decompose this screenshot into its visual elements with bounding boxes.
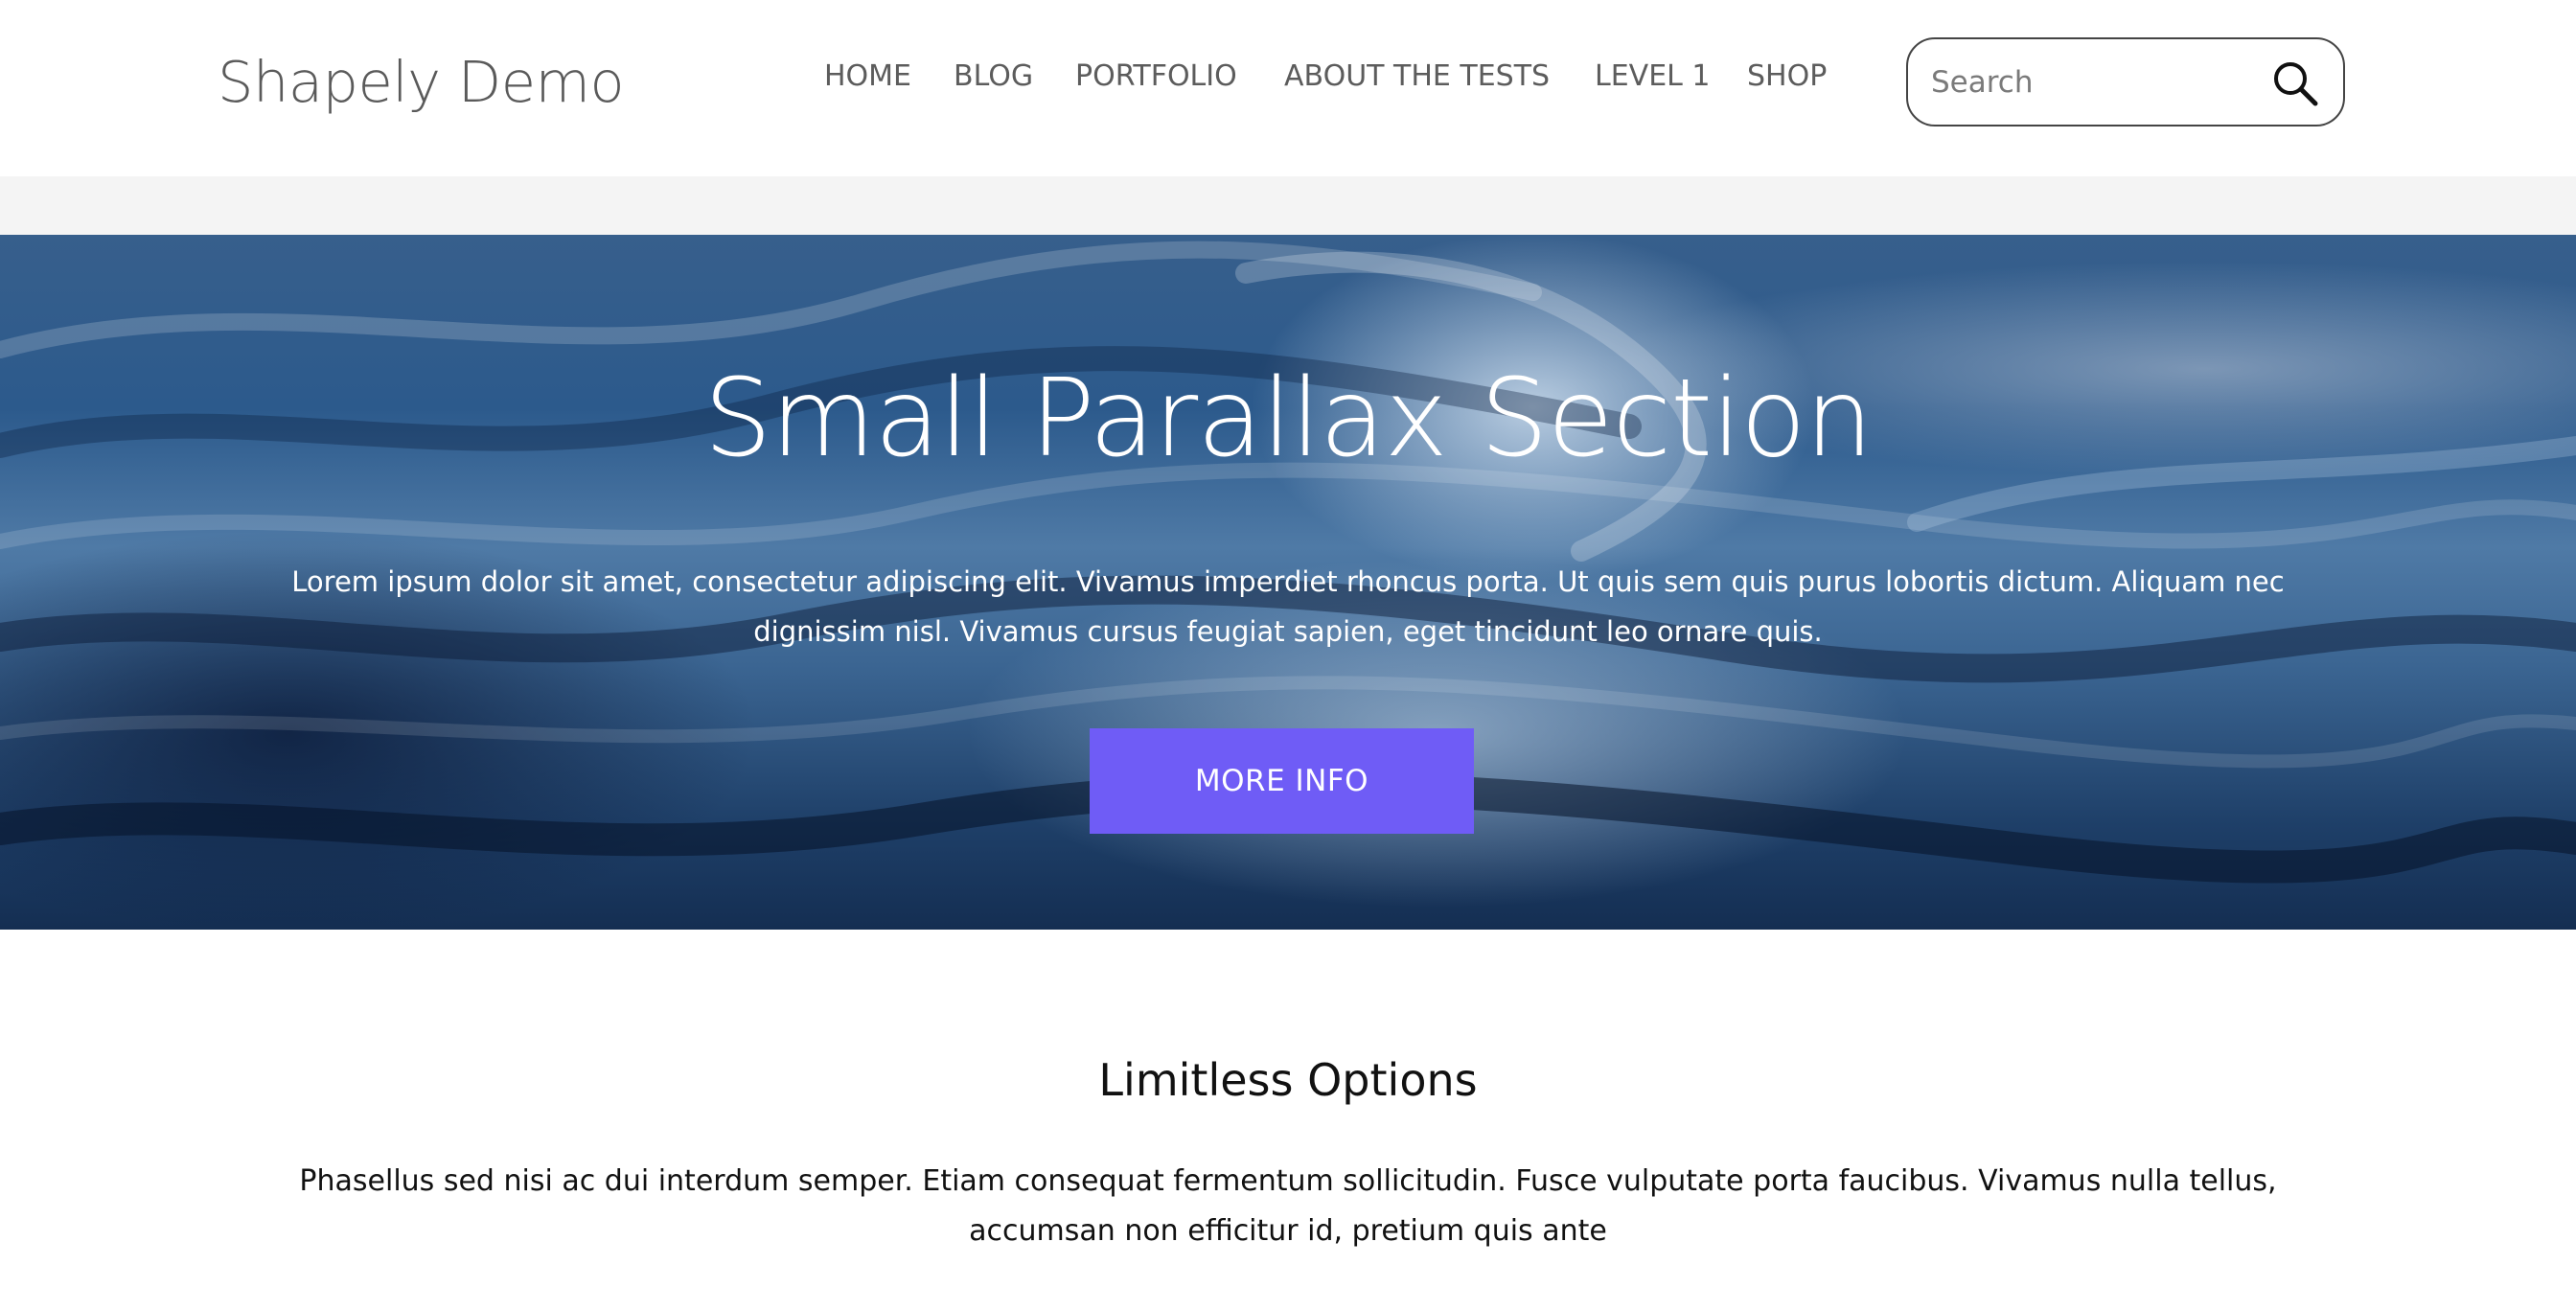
nav-level-1[interactable]: LEVEL 1 bbox=[1595, 54, 1710, 100]
nav-about-the-tests[interactable]: ABOUT THE TESTS bbox=[1284, 54, 1550, 100]
nav-shop[interactable]: SHOP bbox=[1747, 54, 1827, 100]
section-title: Limitless Options bbox=[1098, 1054, 1478, 1106]
hero-title: Small Parallax Section bbox=[703, 356, 1873, 481]
nav-blog[interactable]: BLOG bbox=[954, 54, 1033, 100]
search-icon[interactable] bbox=[2270, 58, 2320, 108]
nav-portfolio[interactable]: PORTFOLIO bbox=[1075, 54, 1237, 100]
search-box bbox=[1906, 37, 2345, 126]
site-header: Shapely Demo HOME BLOG PORTFOLIO ABOUT T… bbox=[0, 0, 2576, 176]
hero-description: Lorem ipsum dolor sit amet, consectetur … bbox=[291, 565, 2285, 648]
section-description: Phasellus sed nisi ac dui interdum sempe… bbox=[299, 1164, 2277, 1248]
site-title[interactable]: Shapely Demo bbox=[218, 42, 625, 123]
more-info-button[interactable]: MORE INFO bbox=[1090, 728, 1474, 834]
search-input[interactable] bbox=[1931, 58, 2257, 106]
header-divider-band bbox=[0, 176, 2576, 235]
parallax-hero: Small Parallax Section Lorem ipsum dolor… bbox=[0, 235, 2576, 930]
nav-home[interactable]: HOME bbox=[824, 54, 911, 100]
